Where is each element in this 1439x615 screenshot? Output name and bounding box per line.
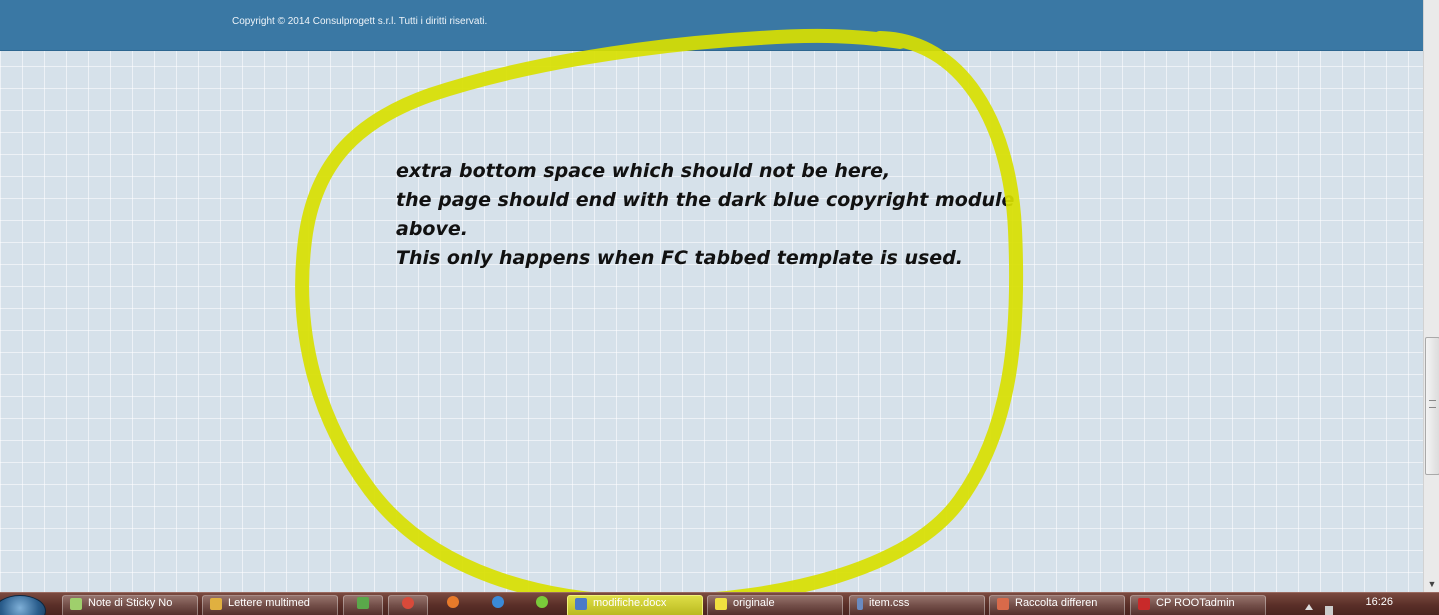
tray-arrow-icon[interactable]	[1305, 604, 1313, 610]
annotation-line: extra bottom space which should not be h…	[396, 160, 891, 182]
note-icon	[715, 598, 727, 610]
taskbar-item[interactable]	[522, 595, 562, 615]
copyright-footer: Copyright © 2014 Consulprogett s.r.l. Tu…	[0, 0, 1423, 51]
folder-icon	[997, 598, 1009, 610]
annotation-line: above.	[396, 218, 468, 240]
taskbar-item[interactable]	[388, 595, 428, 615]
firefox-icon	[447, 596, 459, 608]
app-icon	[357, 597, 369, 609]
scroll-down-arrow-icon[interactable]: ▼	[1424, 576, 1439, 592]
chrome-icon	[402, 597, 414, 609]
start-button[interactable]	[0, 595, 46, 615]
taskbar-item[interactable]: CP ROOTadmin	[1130, 595, 1266, 615]
folder-icon	[210, 598, 222, 610]
taskbar-item[interactable]: modifiche.docx	[567, 595, 703, 615]
taskbar-item[interactable]	[433, 595, 473, 615]
system-tray: 16:26	[1305, 596, 1433, 615]
taskbar-item[interactable]: item.css	[849, 595, 985, 615]
word-doc-icon	[575, 598, 587, 610]
windows-taskbar: Note di Sticky No Lettere multimed modif…	[0, 592, 1439, 615]
copyright-text: Copyright © 2014 Consulprogett s.r.l. Tu…	[232, 16, 488, 27]
app-icon	[536, 596, 548, 608]
annotation-text: extra bottom space which should not be h…	[396, 157, 1036, 273]
taskbar-item[interactable]: Raccolta differen	[989, 595, 1125, 615]
taskbar-item[interactable]: Note di Sticky No	[62, 595, 198, 615]
taskbar-item[interactable]	[343, 595, 383, 615]
vertical-scrollbar[interactable]: ▼	[1423, 0, 1439, 592]
annotation-line: This only happens when FC tabbed templat…	[396, 247, 964, 269]
grip-icon	[1429, 400, 1436, 408]
annotation-line: the page should end with the dark blue c…	[396, 189, 1015, 211]
page-background: Copyright © 2014 Consulprogett s.r.l. Tu…	[0, 0, 1423, 592]
filezilla-icon	[1138, 598, 1150, 610]
scrollbar-thumb[interactable]	[1425, 337, 1439, 475]
file-icon	[857, 598, 863, 610]
browser-icon	[492, 596, 504, 608]
taskbar-item[interactable]: Lettere multimed	[202, 595, 338, 615]
sticky-notes-icon	[70, 598, 82, 610]
taskbar-item[interactable]	[478, 595, 518, 615]
taskbar-item[interactable]: originale	[707, 595, 843, 615]
clock[interactable]: 16:26	[1365, 596, 1393, 608]
